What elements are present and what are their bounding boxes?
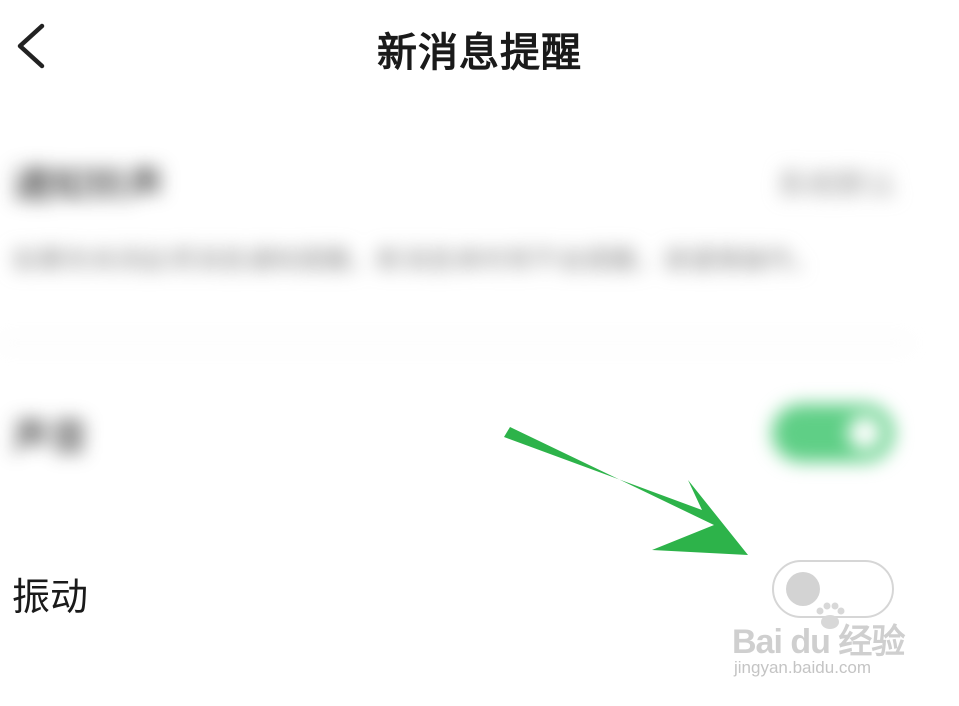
annotation-arrow-icon bbox=[504, 427, 748, 555]
row-label: 声音 bbox=[12, 415, 89, 459]
row-value: 系统默认 bbox=[777, 168, 897, 203]
sound-toggle[interactable] bbox=[772, 404, 894, 462]
settings-row-sound: 声音 bbox=[0, 400, 959, 470]
watermark: Bai du 经验 jingyan.baidu.com bbox=[732, 602, 922, 690]
toggle-knob bbox=[848, 416, 882, 450]
settings-row-ringtone[interactable]: 通知铃声 系统默认 bbox=[0, 148, 959, 208]
row-label: 通知铃声 bbox=[12, 163, 165, 207]
top-bar: 新消息提醒 bbox=[0, 0, 959, 95]
divider bbox=[0, 342, 910, 344]
page-title: 新消息提醒 bbox=[377, 30, 582, 76]
setting-description: 如果你关闭此项消息通知提醒，新消息来时将不会提醒，请谨慎操作。 bbox=[12, 246, 819, 276]
row-label: 振动 bbox=[12, 575, 89, 619]
watermark-url: jingyan.baidu.com bbox=[734, 658, 872, 677]
watermark-logo: Bai du 经验 bbox=[732, 623, 905, 661]
